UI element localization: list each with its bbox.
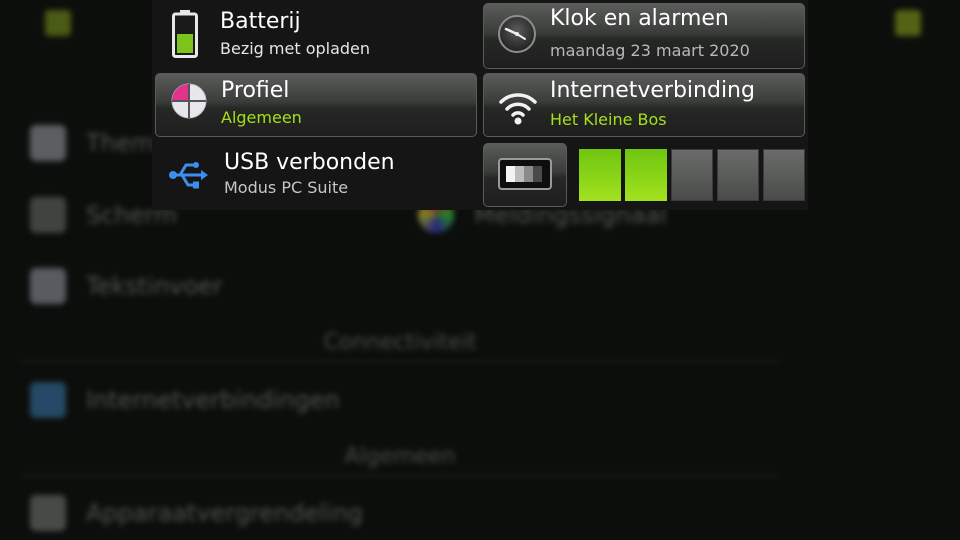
internet-title: Internetverbinding	[550, 78, 755, 103]
section-header-general: Algemeen	[344, 444, 456, 469]
brightness-icon	[498, 158, 552, 190]
divider	[20, 361, 780, 362]
settings-item-label: Internetverbindingen	[86, 386, 340, 414]
theme-icon	[30, 125, 66, 161]
brightness-segment[interactable]	[717, 149, 759, 201]
wifi-icon	[499, 93, 537, 125]
brightness-segment[interactable]	[671, 149, 713, 201]
keyboard-icon	[30, 268, 66, 304]
profile-title: Profiel	[221, 78, 290, 103]
battery-icon	[172, 10, 198, 58]
clock-title: Klok en alarmen	[550, 6, 729, 31]
settings-item-theme[interactable]: Thema	[30, 125, 169, 161]
usb-mode: Modus PC Suite	[224, 178, 349, 197]
section-header-connectivity: Connectiviteit	[323, 330, 477, 355]
usb-title: USB verbonden	[224, 150, 395, 175]
battery-title: Batterij	[220, 9, 301, 34]
usb-icon	[169, 162, 208, 189]
app-icon	[45, 10, 71, 36]
brightness-segment[interactable]	[579, 149, 621, 201]
settings-item-internet[interactable]: Internetverbindingen	[30, 382, 340, 418]
profile-button[interactable]: Profiel Algemeen	[155, 73, 477, 137]
display-icon	[30, 197, 66, 233]
battery-status: Bezig met opladen	[220, 39, 371, 58]
battery-item[interactable]: Batterij Bezig met opladen	[152, 0, 480, 70]
profile-value: Algemeen	[221, 108, 302, 127]
clock-icon	[498, 15, 536, 53]
globe-icon	[30, 382, 66, 418]
divider	[20, 475, 780, 476]
brightness-segment[interactable]	[625, 149, 667, 201]
clock-date: maandag 23 maart 2020	[550, 41, 750, 60]
internet-connection-button[interactable]: Internetverbinding Het Kleine Bos	[483, 73, 805, 137]
brightness-button[interactable]	[483, 143, 567, 207]
brightness-segment[interactable]	[763, 149, 805, 201]
settings-item-device-lock[interactable]: Apparaatvergrendeling	[30, 495, 363, 531]
lock-icon	[30, 495, 66, 531]
profile-icon	[171, 83, 207, 119]
internet-network: Het Kleine Bos	[550, 110, 667, 129]
close-icon	[895, 10, 921, 36]
usb-connected-item[interactable]: USB verbonden Modus PC Suite	[152, 140, 480, 210]
clock-alarms-button[interactable]: Klok en alarmen maandag 23 maart 2020	[483, 3, 805, 69]
settings-item-label: Tekstinvoer	[86, 272, 223, 300]
settings-item-text-input[interactable]: Tekstinvoer	[30, 268, 223, 304]
status-menu: Batterij Bezig met opladen Klok en alarm…	[152, 0, 808, 210]
settings-item-label: Apparaatvergrendeling	[86, 499, 364, 527]
